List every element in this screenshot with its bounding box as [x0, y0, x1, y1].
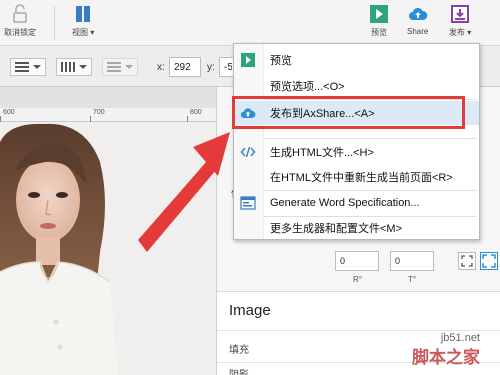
annotation-arrow-icon [138, 132, 230, 252]
